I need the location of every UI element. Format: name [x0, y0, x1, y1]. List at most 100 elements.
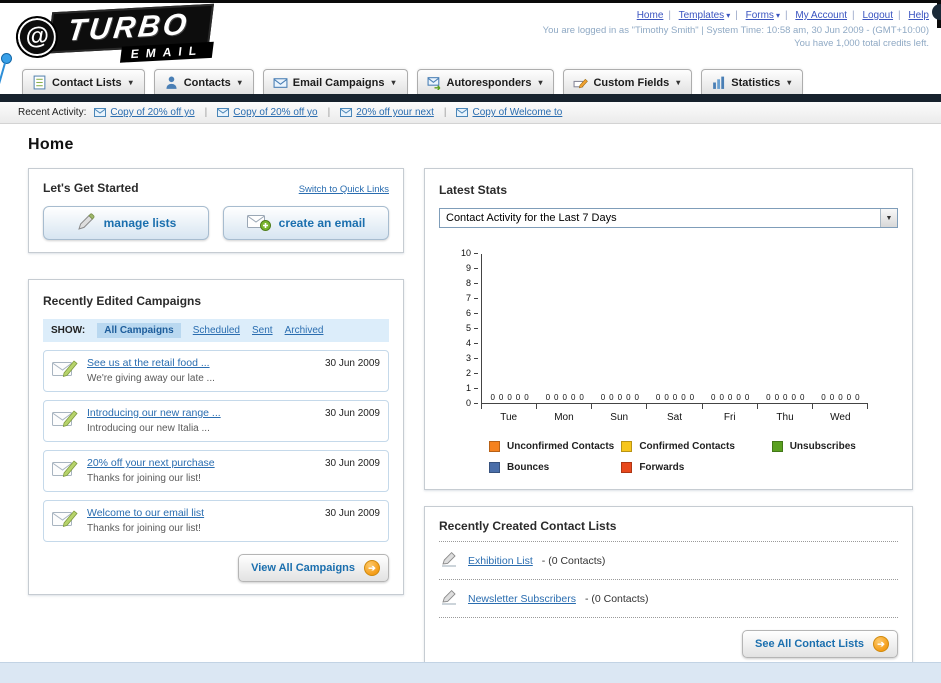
x-tick-label: Thu [776, 412, 794, 423]
tab-label: Custom Fields [593, 76, 670, 89]
contact-list-item[interactable]: Newsletter Subscribers - (0 Contacts) [439, 580, 898, 618]
y-tick-label: 3 [444, 353, 478, 363]
top-link-my-account-label: My Account [795, 10, 848, 21]
footer-strip [0, 662, 941, 683]
contact-list-link[interactable]: Exhibition List [468, 555, 533, 567]
session-info: You are logged in as "Timothy Smith" | S… [542, 25, 929, 36]
credits-info: You have 1,000 total credits left. [794, 38, 929, 49]
envelope-plus-icon [246, 213, 271, 234]
tab-label: Contacts [183, 76, 231, 89]
envelope-icon [340, 108, 353, 117]
campaign-list-item[interactable]: See us at the retail food ... We're givi… [43, 350, 389, 392]
callout-pin-icon [1, 53, 12, 64]
edit-campaign-icon [52, 357, 78, 384]
filter-all-campaigns[interactable]: All Campaigns [97, 323, 181, 338]
see-all-contact-lists-label: See All Contact Lists [754, 638, 864, 650]
campaign-title-link[interactable]: Introducing our new range ... [87, 407, 316, 419]
x-tick-label: Mon [554, 412, 574, 423]
edge-dot [932, 4, 941, 20]
bar-value-group: 00000 [600, 393, 639, 402]
edit-campaign-icon [52, 407, 78, 434]
app-logo[interactable]: @ TURBO EMAIL [14, 3, 215, 70]
tab-custom-fields[interactable]: Custom Fields ▾ [563, 69, 693, 94]
bar-value-group: 00000 [766, 393, 805, 402]
header-meta: Home Templates▾ Forms▾ My Account Logout… [543, 7, 929, 65]
campaign-subtitle: Thanks for joining our list! [87, 473, 201, 484]
campaign-title-link[interactable]: See us at the retail food ... [87, 357, 316, 369]
switch-quick-links-link[interactable]: Switch to Quick Links [299, 184, 389, 195]
latest-stats-panel: Latest Stats Contact Activity for the La… [424, 168, 913, 490]
view-all-campaigns-label: View All Campaigns [251, 562, 355, 574]
separator [663, 10, 676, 21]
tab-autoresponders[interactable]: Autoresponders ▾ [416, 69, 555, 94]
envelope-icon [94, 108, 107, 117]
separator [730, 10, 743, 21]
recent-activity-item[interactable]: 20% off your next [340, 107, 434, 118]
legend-item: Unconfirmed Contacts [489, 441, 621, 452]
contact-list-count: - (0 Contacts) [541, 554, 606, 567]
recent-activity-link[interactable]: Copy of 20% off yo [233, 107, 317, 118]
see-all-contact-lists-button[interactable]: See All Contact Lists ➔ [741, 630, 898, 658]
top-link-forms[interactable]: Forms ▾ [746, 10, 780, 21]
recent-activity-item[interactable]: Copy of 20% off yo [217, 107, 318, 118]
legend-item: Bounces [489, 462, 621, 473]
top-link-help[interactable]: Help [908, 10, 929, 21]
recent-activity-item[interactable]: Copy of Welcome to [456, 107, 562, 118]
tab-statistics[interactable]: Statistics ▾ [701, 69, 804, 94]
tab-email-campaigns[interactable]: Email Campaigns ▾ [262, 69, 408, 94]
x-tick-label: Sun [610, 412, 629, 423]
legend-swatch [771, 441, 783, 452]
campaign-date: 30 Jun 2009 [324, 458, 380, 469]
campaign-title-link[interactable]: 20% off your next purchase [87, 457, 316, 469]
manage-lists-button[interactable]: manage lists [43, 206, 209, 240]
chart-y-axis: 0 1 2 3 4 5 6 7 8 9 10 [444, 248, 480, 408]
recent-activity-bar: Recent Activity: Copy of 20% off yo Copy… [0, 102, 941, 124]
campaign-title-link[interactable]: Welcome to our email list [87, 507, 316, 519]
edit-campaign-icon [52, 507, 78, 534]
campaign-subtitle: Thanks for joining our list! [87, 523, 201, 534]
bar-value-group: 00000 [545, 393, 584, 402]
show-label: SHOW: [51, 325, 86, 336]
recent-activity-link[interactable]: Copy of Welcome to [472, 107, 562, 118]
top-nav: Home Templates▾ Forms▾ My Account Logout… [543, 10, 929, 21]
top-link-templates[interactable]: Templates ▾ [679, 10, 731, 21]
campaign-list-item[interactable]: 20% off your next purchase Thanks for jo… [43, 450, 389, 492]
contact-list-item[interactable]: Exhibition List - (0 Contacts) [439, 542, 898, 580]
top-link-logout[interactable]: Logout [862, 10, 893, 21]
separator [203, 107, 210, 118]
tab-contacts[interactable]: Contacts ▾ [153, 69, 254, 94]
separator [780, 10, 793, 21]
stats-period-select[interactable]: Contact Activity for the Last 7 Days ▼ [439, 208, 898, 228]
arrow-right-icon: ➔ [364, 560, 380, 576]
chart-plot-area: 0 1 2 3 4 5 6 7 8 9 10 000000000000000000000000000… [461, 248, 868, 408]
chart-x-ticks [481, 404, 868, 409]
legend-swatch [489, 441, 500, 452]
view-all-campaigns-button[interactable]: View All Campaigns ➔ [238, 554, 389, 582]
chevron-down-icon: ▾ [128, 78, 133, 87]
create-email-button[interactable]: create an email [223, 206, 389, 240]
chevron-down-icon: ▾ [787, 78, 792, 87]
recent-activity-link[interactable]: Copy of 20% off yo [110, 107, 194, 118]
tab-contact-lists[interactable]: Contact Lists ▾ [22, 69, 145, 94]
tab-label: Contact Lists [52, 76, 122, 89]
filter-sent[interactable]: Sent [252, 325, 273, 336]
recent-activity-item[interactable]: Copy of 20% off yo [94, 107, 195, 118]
select-dropdown-icon: ▼ [880, 209, 897, 227]
filter-scheduled[interactable]: Scheduled [193, 325, 240, 336]
y-tick-label: 7 [444, 293, 478, 303]
campaign-list-item[interactable]: Introducing our new range ... Introducin… [43, 400, 389, 442]
contact-lists-icon [32, 75, 47, 90]
contact-list-link[interactable]: Newsletter Subscribers [468, 593, 576, 605]
top-link-my-account[interactable]: My Account [795, 10, 847, 21]
y-tick-label: 5 [444, 323, 478, 333]
get-started-title: Let's Get Started [43, 181, 139, 195]
filter-archived[interactable]: Archived [285, 325, 324, 336]
top-link-home[interactable]: Home [637, 10, 664, 21]
recent-activity-link[interactable]: 20% off your next [356, 107, 434, 118]
chevron-down-icon: ▾ [676, 78, 681, 87]
recent-activity-label: Recent Activity: [18, 107, 87, 118]
x-tick-label: Fri [723, 412, 736, 423]
campaign-list-item[interactable]: Welcome to our email list Thanks for joi… [43, 500, 389, 542]
latest-stats-title: Latest Stats [439, 183, 508, 197]
legend-item: Unsubscribes [771, 441, 892, 452]
